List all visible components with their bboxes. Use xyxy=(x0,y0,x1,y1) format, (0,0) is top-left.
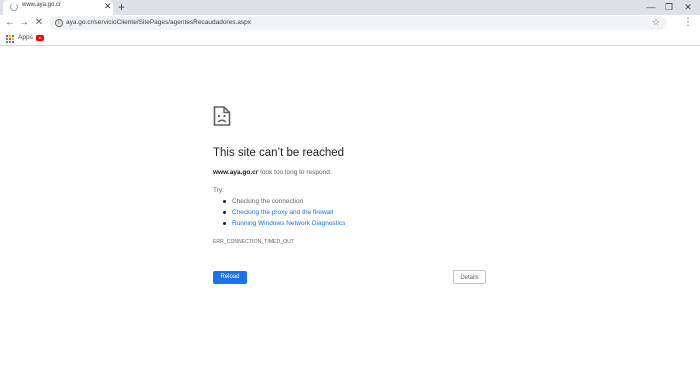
forward-button[interactable]: → xyxy=(17,16,31,30)
info-icon[interactable]: i xyxy=(55,19,63,27)
stop-button[interactable]: ✕ xyxy=(32,16,46,30)
bookmark-star-icon[interactable]: ☆ xyxy=(652,17,660,28)
suggestion-proxy-firewall-link[interactable]: Checking the proxy and the firewall xyxy=(222,207,345,218)
error-code: ERR_CONNECTION_TIMED_OUT xyxy=(213,239,295,245)
loading-spinner-icon xyxy=(10,3,18,11)
back-button[interactable]: ← xyxy=(3,16,17,30)
toolbar: ← → ✕ i aya.go.cr/servicioCliente/SitePa… xyxy=(0,15,700,32)
tab-title: www.aya.go.cr xyxy=(22,2,62,8)
youtube-icon[interactable] xyxy=(36,35,44,41)
sad-page-icon xyxy=(213,106,231,131)
suggestion-network-diagnostics-link[interactable]: Running Windows Network Diagnostics xyxy=(222,218,345,229)
url-text[interactable]: aya.go.cr/servicioCliente/SitePages/agen… xyxy=(66,19,251,26)
try-label: Try: xyxy=(213,187,224,194)
browser-menu-icon[interactable]: ⋮ xyxy=(683,16,693,30)
bookmarks-bar: Apps xyxy=(0,32,700,46)
apps-icon[interactable] xyxy=(6,35,14,43)
error-heading: This site can’t be reached xyxy=(213,147,345,159)
reload-button[interactable]: Reload xyxy=(213,271,247,284)
close-window-button[interactable]: ✕ xyxy=(677,0,699,14)
error-summary: www.aya.go.cr took too long to respond. xyxy=(213,169,332,176)
tab-strip: www.aya.go.cr ✕ + — ❐ ✕ xyxy=(0,0,700,15)
suggestion-check-connection: Checking the connection xyxy=(222,196,345,207)
tab-close-icon[interactable]: ✕ xyxy=(104,1,112,12)
suggestions-list: Checking the connection Checking the pro… xyxy=(222,196,345,229)
tab-active[interactable]: www.aya.go.cr ✕ xyxy=(3,0,113,15)
address-bar[interactable]: i aya.go.cr/servicioCliente/SitePages/ag… xyxy=(49,16,667,30)
error-summary-text: took too long to respond. xyxy=(258,169,332,176)
apps-bookmark[interactable]: Apps xyxy=(18,34,33,41)
details-button[interactable]: Details xyxy=(453,270,486,284)
new-tab-button[interactable]: + xyxy=(118,0,125,14)
error-host: www.aya.go.cr xyxy=(213,169,259,176)
